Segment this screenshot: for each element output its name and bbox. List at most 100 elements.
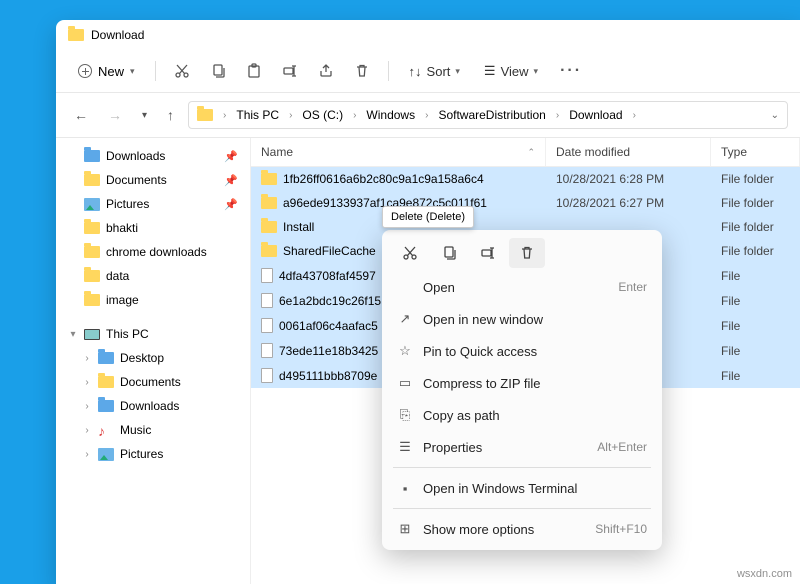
menu-item-label: Compress to ZIP file — [423, 376, 637, 391]
context-menu-item[interactable]: ▭Compress to ZIP file — [387, 367, 657, 399]
folder-icon — [261, 173, 277, 185]
crumb[interactable]: SoftwareDistribution — [434, 106, 549, 124]
menu-item-label: Open in new window — [423, 312, 637, 327]
menu-item-icon: ☆ — [397, 343, 413, 359]
sidebar-item[interactable]: ›Documents — [60, 370, 246, 394]
table-row[interactable]: 1fb26ff0616a6b2c80c9a1c9a158a6c410/28/20… — [251, 167, 800, 191]
sidebar-item-label: Desktop — [120, 351, 238, 365]
sidebar-item[interactable]: ›Pictures — [60, 442, 246, 466]
cell-type: File — [711, 314, 800, 338]
breadcrumb[interactable]: › This PC › OS (C:) › Windows › Software… — [188, 101, 788, 129]
sidebar-item[interactable]: Downloads📌 — [60, 144, 246, 168]
context-menu-item[interactable]: Open Enter — [387, 271, 657, 303]
separator — [155, 61, 156, 81]
chevron-down-icon[interactable]: ▾ — [136, 106, 153, 125]
context-menu-item[interactable]: ☆ Pin to Quick access — [387, 335, 657, 367]
menu-item-shortcut: Shift+F10 — [595, 522, 647, 536]
sidebar-item[interactable]: chrome downloads — [60, 240, 246, 264]
cell-type: File — [711, 264, 800, 288]
delete-icon[interactable] — [509, 238, 545, 268]
context-menu-item[interactable]: ⊞Show more optionsShift+F10 — [387, 513, 657, 545]
sidebar-item[interactable]: ›Downloads — [60, 394, 246, 418]
context-menu-item[interactable]: ☰PropertiesAlt+Enter — [387, 431, 657, 463]
sidebar-item[interactable]: Pictures📌 — [60, 192, 246, 216]
sidebar-item[interactable]: image — [60, 288, 246, 312]
column-type[interactable]: Type — [711, 138, 800, 166]
up-button[interactable]: ↑ — [161, 103, 180, 127]
sidebar-item-label: bhakti — [106, 221, 238, 235]
address-bar: ← → ▾ ↑ › This PC › OS (C:) › Windows › … — [56, 93, 800, 138]
sort-arrow-icon: ⌃ — [527, 147, 535, 158]
crumb[interactable]: OS (C:) — [298, 106, 347, 124]
sidebar-item-this-pc[interactable]: ▾This PC — [60, 322, 246, 346]
file-name: 73ede11e18b3425 — [279, 344, 378, 358]
sort-label: Sort — [427, 64, 451, 79]
pin-icon: 📌 — [224, 150, 238, 163]
sidebar-item-label: Documents — [120, 375, 238, 389]
context-menu-item[interactable]: ⎘Copy as path — [387, 399, 657, 431]
crumb[interactable]: Download — [565, 106, 626, 124]
file-name: 1fb26ff0616a6b2c80c9a1c9a158a6c4 — [283, 172, 484, 186]
sidebar-item[interactable]: ›Music — [60, 418, 246, 442]
menu-item-icon: ☰ — [397, 439, 413, 455]
folder-icon — [84, 150, 100, 162]
menu-item-label: Show more options — [423, 522, 585, 537]
main-pane: Name ⌃ Date modified Type 1fb26ff0616a6b… — [251, 138, 800, 584]
sidebar-item[interactable]: ›Desktop — [60, 346, 246, 370]
delete-icon[interactable] — [346, 57, 378, 85]
chevron-down-icon[interactable]: ⌄ — [771, 110, 779, 121]
menu-item-shortcut: Enter — [618, 280, 647, 294]
view-dropdown[interactable]: ☰ View ▾ — [474, 58, 548, 84]
menu-item-label: Pin to Quick access — [423, 344, 637, 359]
cell-name: 1fb26ff0616a6b2c80c9a1c9a158a6c4 — [251, 167, 546, 191]
file-name: 4dfa43708faf4597 — [279, 269, 376, 283]
rename-icon[interactable] — [274, 57, 306, 85]
back-button[interactable]: ← — [68, 103, 94, 127]
folder-icon — [98, 400, 114, 412]
column-date[interactable]: Date modified — [546, 138, 711, 166]
sidebar-item-label: Pictures — [120, 447, 238, 461]
context-menu-item[interactable]: ↗Open in new window — [387, 303, 657, 335]
folder-icon — [98, 376, 114, 388]
sidebar-item[interactable]: bhakti — [60, 216, 246, 240]
new-label: New — [98, 64, 124, 79]
window-title: Download — [91, 28, 144, 42]
cell-type: File folder — [711, 191, 800, 215]
new-button[interactable]: New ▾ — [68, 59, 145, 84]
cut-icon[interactable] — [166, 57, 198, 85]
plus-icon — [78, 64, 92, 78]
forward-button[interactable]: → — [102, 103, 128, 127]
folder-icon — [197, 109, 213, 121]
rename-icon[interactable] — [470, 238, 506, 268]
cell-type: File — [711, 339, 800, 363]
menu-item-label: Open — [423, 280, 608, 295]
cell-type: File — [711, 289, 800, 313]
copy-icon[interactable] — [431, 238, 467, 268]
more-icon[interactable]: ··· — [552, 56, 590, 86]
cut-icon[interactable] — [392, 238, 428, 268]
share-icon[interactable] — [310, 57, 342, 85]
file-icon — [261, 293, 273, 308]
cell-type: File folder — [711, 215, 800, 239]
table-row[interactable]: a96ede9133937af1ca9e872c5c011f6110/28/20… — [251, 191, 800, 215]
toolbar: New ▾ ↑↓ Sort ▾ ☰ View ▾ ··· — [56, 50, 800, 93]
file-name: Install — [283, 220, 314, 234]
sidebar-item-label: Pictures — [106, 197, 218, 211]
pc-icon — [84, 329, 100, 340]
sidebar-item[interactable]: Documents📌 — [60, 168, 246, 192]
sidebar-item-label: Music — [120, 423, 238, 437]
menu-item-icon: ▪ — [397, 480, 413, 496]
context-menu-item[interactable]: ▪Open in Windows Terminal — [387, 472, 657, 504]
paste-icon[interactable] — [238, 57, 270, 85]
crumb[interactable]: This PC — [232, 106, 283, 124]
copy-icon[interactable] — [202, 57, 234, 85]
watermark: wsxdn.com — [737, 568, 792, 580]
file-name: 6e1a2bdc19c26f15 — [279, 294, 381, 308]
sort-dropdown[interactable]: ↑↓ Sort ▾ — [399, 59, 470, 84]
sidebar-item[interactable]: data — [60, 264, 246, 288]
folder-icon — [84, 174, 100, 186]
chevron-right-icon: › — [631, 110, 638, 121]
crumb[interactable]: Windows — [362, 106, 419, 124]
folder-icon — [84, 270, 100, 282]
column-name[interactable]: Name ⌃ — [251, 138, 546, 166]
